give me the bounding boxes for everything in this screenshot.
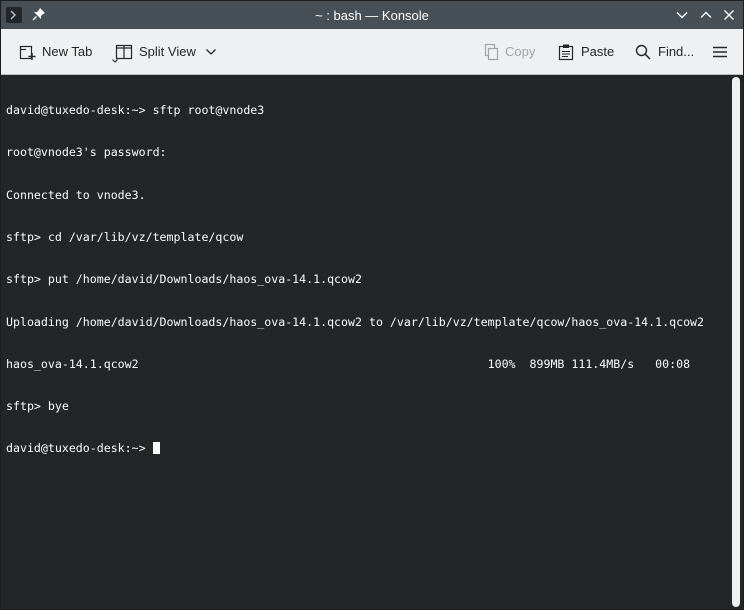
terminal-line: Uploading /home/david/Downloads/haos_ova…	[6, 314, 705, 329]
terminal-line: haos_ova-14.1.qcow2 100% 899MB 111.4MB/s…	[6, 356, 691, 371]
copy-button[interactable]: Copy	[481, 29, 535, 74]
terminal-line: sftp> put /home/david/Downloads/haos_ova…	[6, 272, 362, 287]
close-button[interactable]	[721, 7, 737, 23]
terminal-line: sftp> cd /var/lib/vz/template/qcow	[6, 230, 244, 245]
chevron-up-icon	[700, 11, 712, 18]
copy-label: Copy	[505, 44, 536, 59]
hamburger-menu-button[interactable]	[711, 29, 729, 74]
terminal-prompt-line: david@tuxedo-desk:~>	[6, 441, 704, 455]
chevron-down-icon	[676, 12, 688, 19]
copy-icon	[481, 43, 499, 61]
chevron-down-icon[interactable]	[205, 47, 217, 57]
window-title: ~ : bash — Konsole	[315, 8, 429, 23]
konsole-window: ~ : bash — Konsole New Tab Split View Co…	[0, 0, 744, 610]
terminal-output: david@tuxedo-desk:~> sftp root@vnode3 ro…	[6, 75, 704, 484]
title-bar[interactable]: ~ : bash — Konsole	[1, 1, 743, 29]
search-icon	[634, 43, 652, 61]
terminal-cursor	[152, 442, 160, 455]
split-view-label: Split View	[139, 44, 196, 59]
terminal-view[interactable]: david@tuxedo-desk:~> sftp root@vnode3 ro…	[1, 75, 729, 609]
terminal-scrollbar[interactable]	[729, 75, 743, 609]
new-tab-icon	[18, 43, 36, 61]
paste-label: Paste	[581, 44, 615, 59]
terminal-line: Connected to vnode3.	[6, 187, 146, 202]
split-view-button[interactable]: Split View	[115, 29, 217, 74]
terminal-line: david@tuxedo-desk:~> sftp root@vnode3	[6, 103, 265, 118]
hamburger-menu-icon	[711, 43, 729, 61]
terminal-line: root@vnode3's password:	[6, 145, 167, 160]
terminal-line: sftp> bye	[6, 399, 69, 414]
toolbar: New Tab Split View Copy Paste Find...	[1, 29, 743, 75]
scrollbar-thumb[interactable]	[732, 77, 740, 607]
paste-icon	[557, 43, 575, 61]
find-button[interactable]: Find...	[634, 29, 694, 74]
maximize-button[interactable]	[698, 7, 714, 23]
paste-button[interactable]: Paste	[557, 29, 614, 74]
find-label: Find...	[658, 44, 695, 59]
close-icon	[724, 10, 734, 20]
new-tab-label: New Tab	[42, 44, 93, 59]
minimize-button[interactable]	[674, 7, 690, 23]
split-view-icon	[115, 43, 133, 61]
terminal-prompt: david@tuxedo-desk:~>	[6, 441, 153, 456]
new-tab-button[interactable]: New Tab	[18, 29, 118, 74]
